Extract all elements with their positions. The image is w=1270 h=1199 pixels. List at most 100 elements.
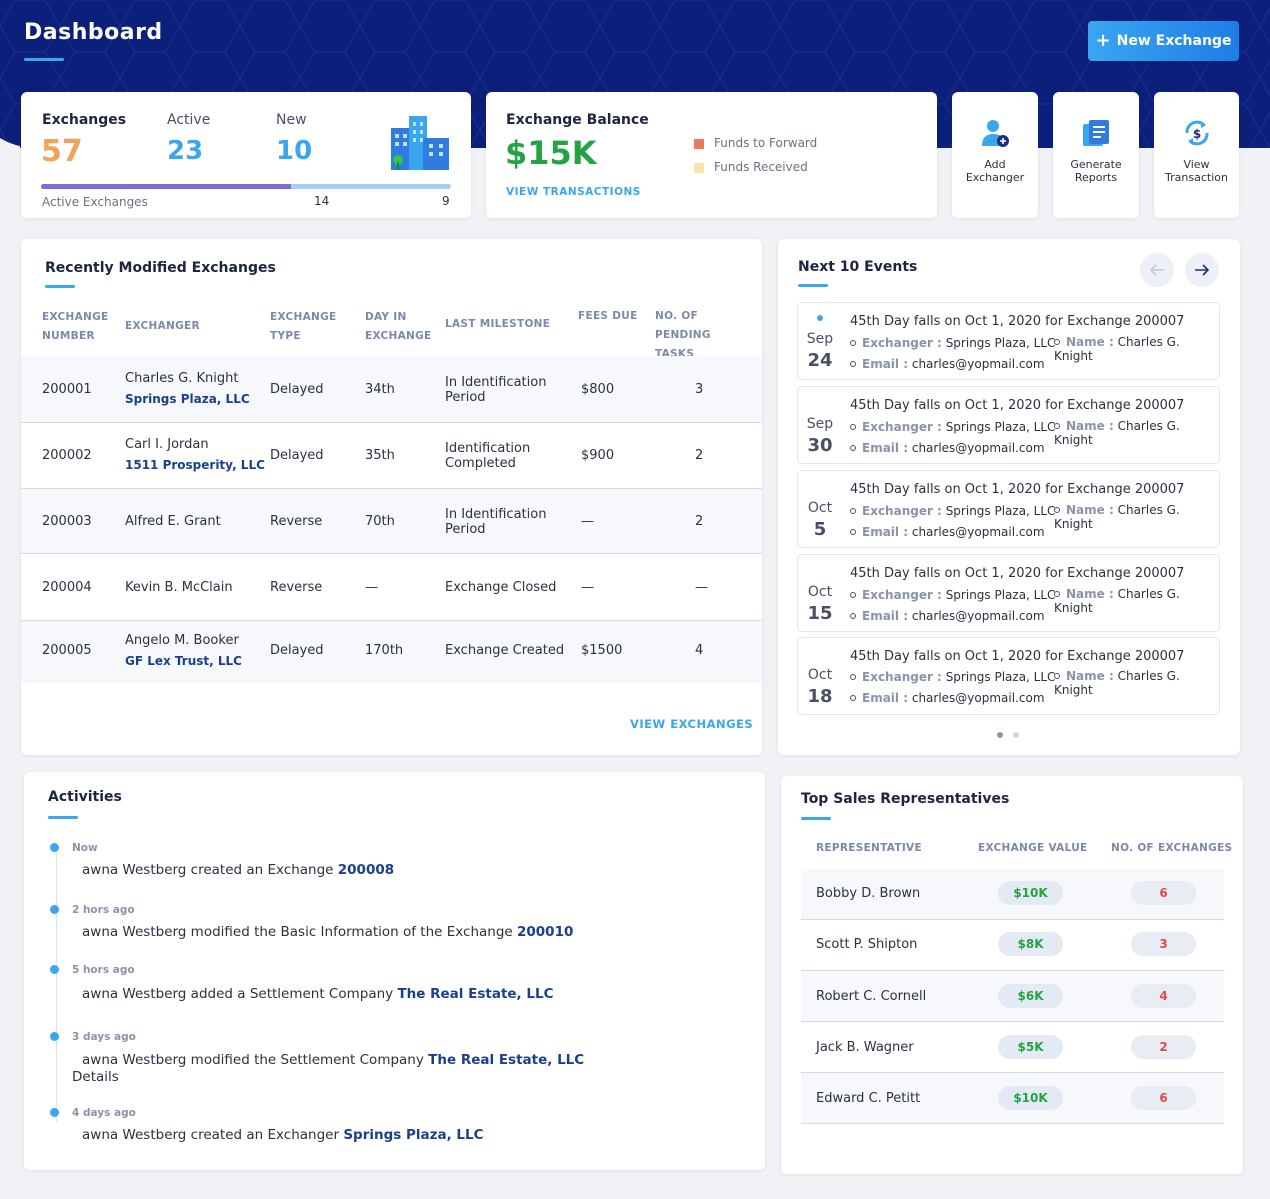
fees-due: — <box>581 580 594 595</box>
table-row[interactable]: 200002 Carl I. Jordan 1511 Prosperity, LL… <box>21 423 762 489</box>
event-name: Name : Charles G. Knight <box>1054 587 1180 615</box>
event-day: 18 <box>807 686 833 707</box>
activity-time: Now <box>72 842 98 854</box>
event-item[interactable]: Oct 15 45th Day falls on Oct 1, 2020 for… <box>797 554 1220 632</box>
table-row[interactable]: Bobby D. Brown $10K 6 <box>801 869 1224 920</box>
event-exchanger: Exchanger : Springs Plaza, LLC <box>850 670 1055 684</box>
activity-dot <box>50 905 59 914</box>
recent-exchanges-title: Recently Modified Exchanges <box>45 260 276 276</box>
event-item[interactable]: Sep 24 45th Day falls on Oct 1, 2020 for… <box>797 302 1220 380</box>
funds-forward-label: Funds to Forward <box>714 136 818 150</box>
table-row[interactable]: Jack B. Wagner $5K 2 <box>801 1022 1224 1073</box>
exchanger-name: Kevin B. McClain <box>125 580 233 595</box>
table-row[interactable]: 200005 Angelo M. Booker GF Lex Trust, LLC… <box>21 621 762 683</box>
table-row[interactable]: Edward C. Petitt $10K 6 <box>801 1073 1224 1124</box>
col-representative: REPRESENTATIVE <box>816 842 922 854</box>
activity-text: awna Westberg modified the Settlement Co… <box>82 1052 585 1068</box>
view-transactions-link[interactable]: VIEW TRANSACTIONS <box>506 186 641 198</box>
table-row[interactable]: 200003 Alfred E. Grant Reverse 70th In I… <box>21 489 762 554</box>
prev-events-button[interactable] <box>1140 253 1174 287</box>
new-exchange-button[interactable]: + New Exchange <box>1088 21 1239 61</box>
exchange-count-badge: 6 <box>1131 1086 1196 1110</box>
activity-timeline-line <box>56 852 57 1122</box>
exchange-number: 200003 <box>42 514 92 529</box>
event-name: Name : Charles G. Knight <box>1054 669 1180 697</box>
event-email: Email : charles@yopmail.com <box>850 357 1045 371</box>
carousel-dot-active[interactable] <box>997 732 1003 738</box>
exchange-count-badge: 2 <box>1131 1035 1196 1059</box>
fees-due: $900 <box>581 448 615 463</box>
activity-text: awna Westberg modified the Basic Informa… <box>82 924 574 940</box>
rep-name: Jack B. Wagner <box>816 1040 914 1055</box>
new-label: New <box>276 112 307 128</box>
activity-link[interactable]: The Real Estate, LLC <box>428 1052 584 1068</box>
exchange-type: Reverse <box>270 514 323 529</box>
event-exchanger: Exchanger : Springs Plaza, LLC <box>850 504 1055 518</box>
event-exchanger: Exchanger : Springs Plaza, LLC <box>850 336 1055 350</box>
exchanger-company-link[interactable]: Springs Plaza, LLC <box>125 392 250 407</box>
arrow-right-icon <box>1195 264 1210 276</box>
balance-value: $15K <box>505 134 597 172</box>
plus-icon: + <box>1095 30 1111 51</box>
view-transaction-button[interactable]: $ View Transaction <box>1154 92 1239 218</box>
table-row[interactable]: 200004 Kevin B. McClain Reverse — Exchan… <box>21 554 762 621</box>
event-item[interactable]: Oct 18 45th Day falls on Oct 1, 2020 for… <box>797 637 1220 715</box>
fees-due: $800 <box>581 382 615 397</box>
sales-reps-card: Top Sales Representatives REPRESENTATIVE… <box>781 776 1243 1174</box>
generate-reports-button[interactable]: Generate Reports <box>1053 92 1139 218</box>
title-underline <box>24 58 64 61</box>
pending-tasks: — <box>695 580 708 595</box>
table-row[interactable]: 200001 Charles G. Knight Springs Plaza, L… <box>21 356 762 423</box>
activity-dot <box>50 1032 59 1041</box>
activity-extra: Details <box>72 1069 119 1085</box>
col-exchange-number: EXCHANGE NUMBER <box>42 311 109 342</box>
exchanger-name: Charles G. Knight <box>125 371 239 386</box>
activity-link[interactable]: 200010 <box>517 924 573 940</box>
col-exchanger: EXCHANGER <box>125 320 200 332</box>
funds-received-swatch <box>694 163 704 173</box>
balance-title: Exchange Balance <box>506 112 649 128</box>
pending-tasks: 3 <box>695 382 704 397</box>
exchange-type: Reverse <box>270 580 323 595</box>
table-row[interactable]: Robert C. Cornell $6K 4 <box>801 971 1224 1022</box>
exchange-number: 200001 <box>42 382 92 397</box>
exchange-balance-card: Exchange Balance $15K VIEW TRANSACTIONS … <box>486 92 937 218</box>
event-item[interactable]: Sep 30 45th Day falls on Oct 1, 2020 for… <box>797 386 1220 464</box>
progress-fill <box>41 184 292 189</box>
new-value: 10 <box>276 136 313 166</box>
event-day: 15 <box>807 603 833 624</box>
new-exchange-label: New Exchange <box>1116 33 1232 49</box>
event-email: Email : charles@yopmail.com <box>850 441 1045 455</box>
last-milestone: Identification Completed <box>445 441 531 471</box>
activity-link[interactable]: The Real Estate, LLC <box>397 986 553 1002</box>
event-title: 45th Day falls on Oct 1, 2020 for Exchan… <box>850 482 1185 497</box>
day-in-exchange: 34th <box>365 382 395 397</box>
exchanger-company-link[interactable]: GF Lex Trust, LLC <box>125 654 242 669</box>
day-in-exchange: — <box>365 580 378 595</box>
next-events-button[interactable] <box>1185 253 1219 287</box>
add-exchanger-button[interactable]: Add Exchanger <box>952 92 1038 218</box>
exchanger-name: Angelo M. Booker <box>125 633 239 648</box>
table-row[interactable]: Scott P. Shipton $8K 3 <box>801 920 1224 971</box>
exchange-number: 200005 <box>42 643 92 658</box>
events-title: Next 10 Events <box>798 259 918 275</box>
event-month: Oct <box>807 500 833 516</box>
event-title: 45th Day falls on Oct 1, 2020 for Exchan… <box>850 649 1185 664</box>
exchanger-name: Alfred E. Grant <box>125 514 221 529</box>
event-email: Email : charles@yopmail.com <box>850 525 1045 539</box>
generate-reports-label: Generate Reports <box>1070 158 1122 184</box>
rep-name: Bobby D. Brown <box>816 886 921 901</box>
event-dot <box>817 315 823 321</box>
exchanger-company-link[interactable]: 1511 Prosperity, LLC <box>125 458 265 473</box>
active-exchanges-progress <box>41 184 451 189</box>
exchanger-cell: Carl I. Jordan 1511 Prosperity, LLC <box>125 437 265 473</box>
activity-link[interactable]: Springs Plaza, LLC <box>343 1127 483 1143</box>
event-exchanger: Exchanger : Springs Plaza, LLC <box>850 420 1055 434</box>
view-exchanges-link[interactable]: VIEW EXCHANGES <box>630 717 753 731</box>
exchange-value-badge: $10K <box>998 1086 1063 1110</box>
event-item[interactable]: Oct 5 45th Day falls on Oct 1, 2020 for … <box>797 470 1220 548</box>
event-name: Name : Charles G. Knight <box>1054 419 1180 447</box>
event-day: 24 <box>807 350 833 371</box>
activity-link[interactable]: 200008 <box>338 862 394 878</box>
carousel-dot[interactable] <box>1013 732 1019 738</box>
